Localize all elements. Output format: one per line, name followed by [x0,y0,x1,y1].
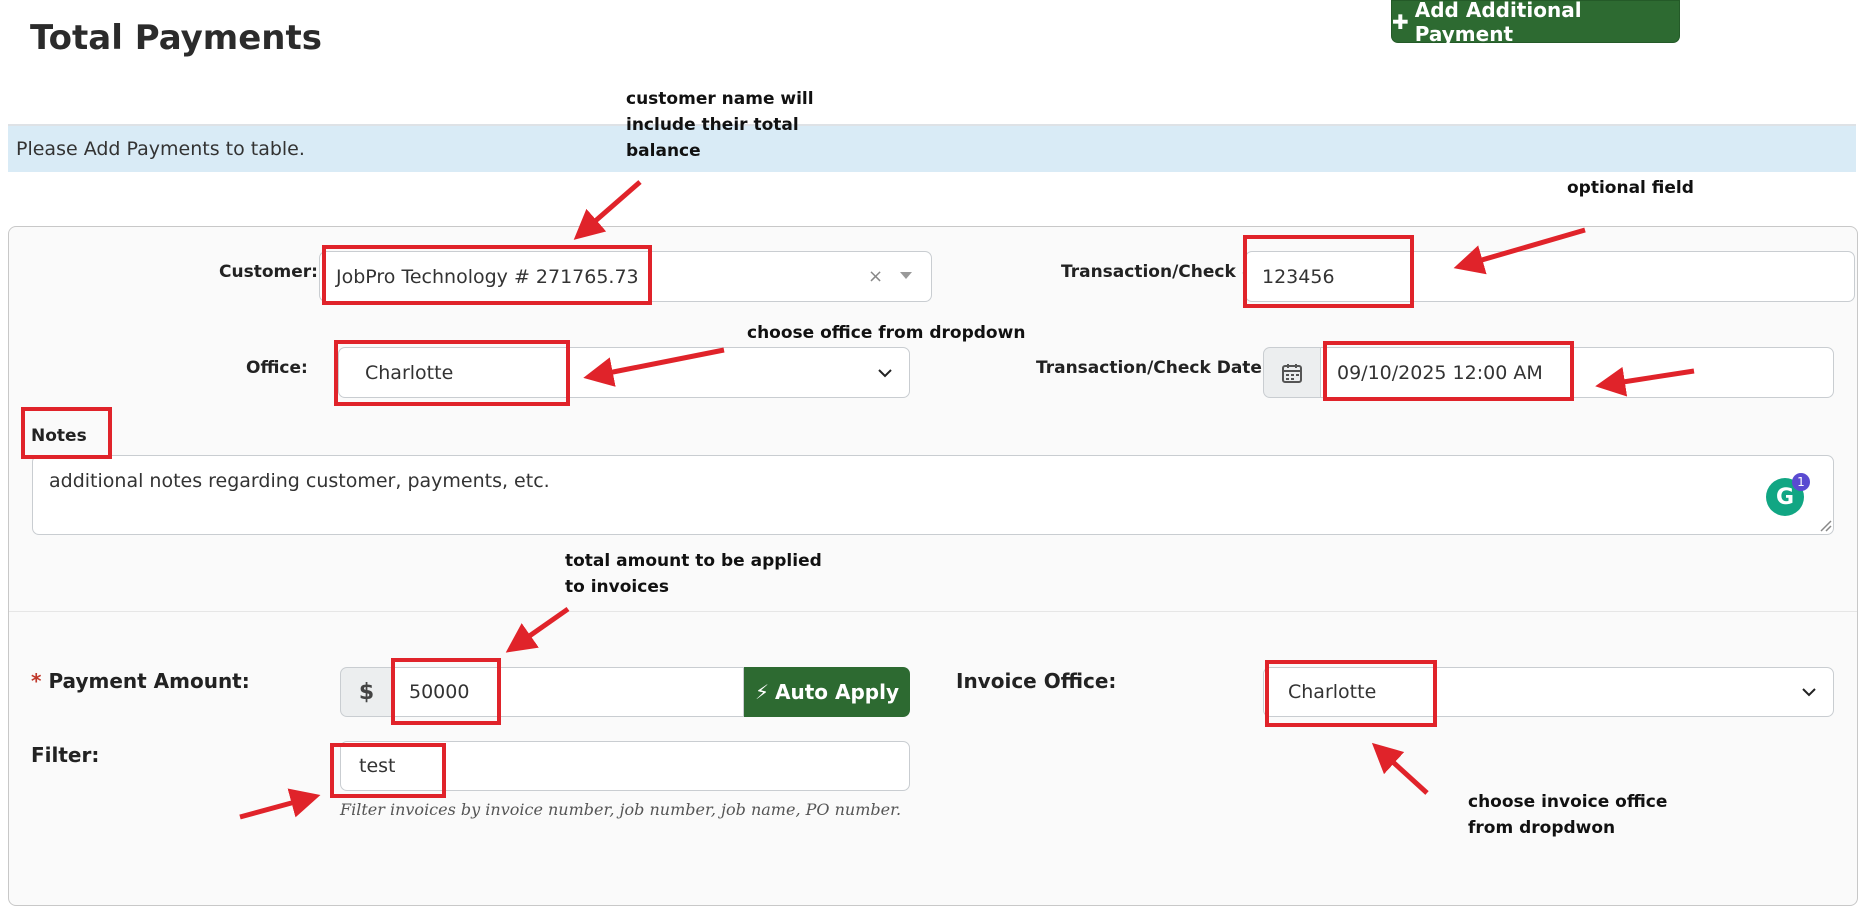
auto-apply-button[interactable]: ⚡ Auto Apply [744,667,910,717]
invoice-office-label: Invoice Office: [956,669,1117,693]
payment-amount-label: * Payment Amount: [31,669,250,693]
filter-label: Filter: [31,743,100,767]
calendar-button[interactable] [1263,347,1321,398]
payment-amount-text: Payment Amount: [48,669,250,693]
transaction-number-label: Transaction/Check #: [1061,262,1263,282]
filter-help-text: Filter invoices by invoice number, job n… [340,800,902,819]
info-alert: Please Add Payments to table. [8,126,1856,172]
notes-textarea[interactable]: additional notes regarding customer, pay… [32,455,1834,535]
dropdown-caret-icon[interactable] [900,272,912,279]
annotation-line: customer name will [626,89,814,109]
highlight-payment-amount [391,658,501,725]
annotation-office-note: choose office from dropdown [747,323,1026,343]
highlight-transaction-date [1323,341,1574,401]
highlight-customer [322,245,652,305]
highlight-transaction-number [1243,235,1414,308]
add-additional-payment-label: Add Additional Payment [1414,0,1582,46]
grammarly-badge: 1 [1792,473,1810,491]
annotation-line: balance [626,141,701,161]
highlight-notes [21,407,112,459]
annotation-line: include their total [626,115,799,135]
required-mark: * [31,669,42,693]
calendar-icon [1282,363,1302,383]
resize-handle-icon[interactable] [1818,518,1832,532]
highlight-office [334,340,570,406]
page-title: Total Payments [30,18,322,58]
section-divider [9,611,1857,612]
plus-icon: ✚ [1392,9,1409,34]
office-label: Office: [246,358,308,378]
arrow-customer [573,180,642,240]
annotation-line: to invoices [565,577,669,597]
annotation-line: choose invoice office [1468,792,1668,812]
auto-apply-label: Auto Apply [775,680,900,704]
chevron-down-icon [878,368,892,377]
annotation-line: total amount to be applied [565,551,822,571]
clear-icon[interactable]: × [868,266,883,287]
chevron-down-icon [1802,688,1816,697]
annotation-optional-field: optional field [1567,178,1694,198]
magic-wand-icon: ⚡ [754,680,770,704]
notes-value: additional notes regarding customer, pay… [49,470,550,492]
add-additional-payment-button[interactable]: ✚ Add Additional Payment [1391,0,1680,46]
annotation-amount-note: total amount to be applied to invoices [565,548,822,600]
customer-label: Customer: [219,262,318,282]
annotation-line: from dropdwon [1468,818,1616,838]
currency-addon: $ [340,667,393,717]
highlight-filter [330,743,446,798]
annotation-invoice-office-note: choose invoice office from dropdwon [1468,789,1667,841]
highlight-invoice-office [1265,660,1437,727]
annotation-customer-note: customer name will include their total b… [626,86,814,164]
transaction-date-label: Transaction/Check Date: [1036,358,1269,378]
